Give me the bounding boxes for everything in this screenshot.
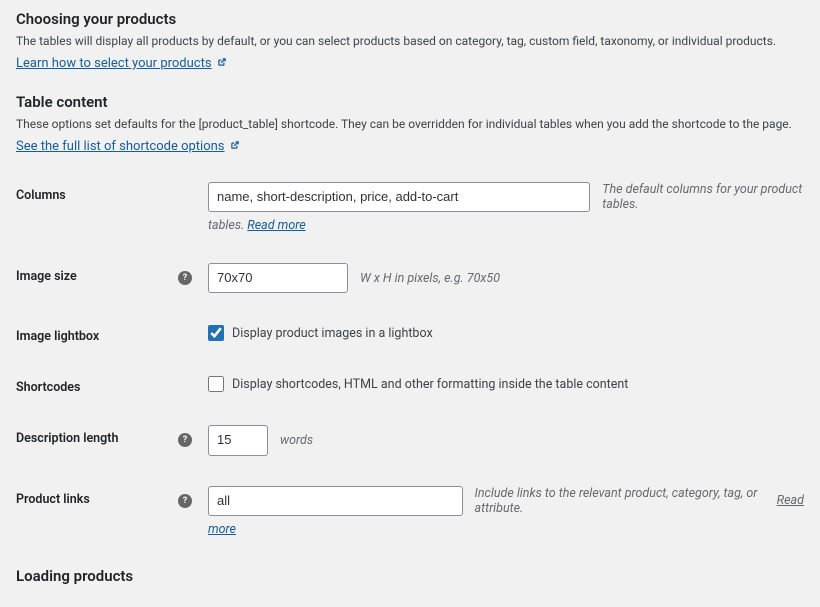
table-content-section: Table content These options set defaults… xyxy=(16,93,804,154)
help-icon[interactable]: ? xyxy=(178,494,192,508)
learn-select-products-link[interactable]: Learn how to select your products xyxy=(16,56,212,71)
columns-label: Columns xyxy=(16,182,178,203)
image-lightbox-cb-label: Display product images in a lightbox xyxy=(232,326,433,341)
columns-row: Columns The default columns for your pro… xyxy=(16,182,804,233)
desc-len-input[interactable] xyxy=(208,425,268,455)
product-links-read-more-link-inline[interactable]: Read xyxy=(777,493,804,508)
desc-len-hint: words xyxy=(280,433,313,448)
product-links-input[interactable] xyxy=(208,486,463,516)
shortcodes-label: Shortcodes xyxy=(16,374,178,395)
shortcodes-row: Shortcodes Display shortcodes, HTML and … xyxy=(16,374,804,395)
product-links-label: Product links xyxy=(16,486,178,507)
columns-hint-below-prefix: tables. xyxy=(208,218,247,233)
external-link-icon xyxy=(230,140,240,153)
shortcode-options-link[interactable]: See the full list of shortcode options xyxy=(16,139,225,154)
help-icon[interactable]: ? xyxy=(178,271,192,285)
choosing-products-desc: The tables will display all products by … xyxy=(16,34,804,48)
desc-len-label: Description length xyxy=(16,425,178,446)
desc-len-row: Description length ? words xyxy=(16,425,804,455)
image-lightbox-checkbox[interactable] xyxy=(208,325,224,341)
image-lightbox-row: Image lightbox Display product images in… xyxy=(16,323,804,344)
columns-input[interactable] xyxy=(208,182,590,212)
image-size-row: Image size ? W x H in pixels, e.g. 70x50 xyxy=(16,263,804,293)
columns-hint-inline: The default columns for your product tab… xyxy=(602,182,804,212)
help-icon[interactable]: ? xyxy=(178,433,192,447)
loading-products-heading: Loading products xyxy=(16,567,804,585)
image-size-hint: W x H in pixels, e.g. 70x50 xyxy=(360,271,500,286)
shortcodes-checkbox[interactable] xyxy=(208,376,224,392)
product-links-read-more-link[interactable]: more xyxy=(208,522,236,537)
table-content-desc: These options set defaults for the [prod… xyxy=(16,117,804,131)
image-lightbox-label: Image lightbox xyxy=(16,323,178,344)
choosing-products-heading: Choosing your products xyxy=(16,10,804,28)
shortcodes-cb-label: Display shortcodes, HTML and other forma… xyxy=(232,377,628,392)
choosing-products-section: Choosing your products The tables will d… xyxy=(16,10,804,71)
product-links-row: Product links ? Include links to the rel… xyxy=(16,486,804,537)
image-size-input[interactable] xyxy=(208,263,348,293)
columns-read-more-link[interactable]: Read more xyxy=(247,218,305,233)
table-content-heading: Table content xyxy=(16,93,804,111)
external-link-icon xyxy=(217,57,227,70)
image-size-label: Image size xyxy=(16,263,178,284)
product-links-hint-inline: Include links to the relevant product, c… xyxy=(475,486,777,516)
